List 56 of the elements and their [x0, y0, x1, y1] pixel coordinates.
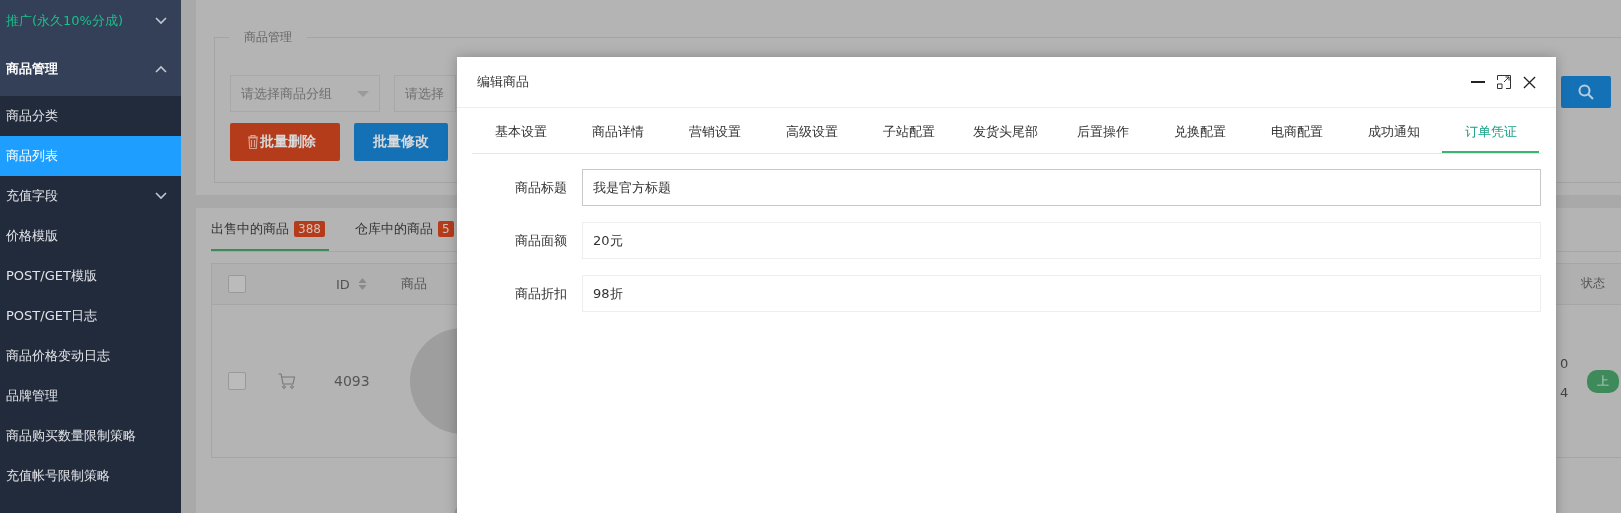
- menu-item[interactable]: 充值帐号限制策略: [0, 456, 181, 496]
- input-field[interactable]: 20元: [582, 222, 1541, 259]
- chevron-icon: [155, 65, 167, 73]
- tab[interactable]: 商品详情: [569, 112, 666, 153]
- caret-icon: [357, 90, 369, 97]
- maximize-icon[interactable]: [1497, 75, 1511, 89]
- menu-item[interactable]: 品牌管理: [0, 376, 181, 416]
- count-badge: 5: [437, 220, 454, 237]
- tab[interactable]: 基本设置: [472, 112, 569, 153]
- tab[interactable]: 后置操作: [1054, 112, 1151, 153]
- status-badge: 上: [1587, 370, 1619, 393]
- count-badge: 388: [294, 220, 325, 237]
- column-header: 商品: [400, 275, 427, 293]
- tab[interactable]: 兑换配置: [1151, 112, 1248, 153]
- chevron-icon: [155, 192, 167, 200]
- close-icon[interactable]: [1523, 75, 1536, 89]
- menu-item[interactable]: 商品价格变动日志: [0, 336, 181, 376]
- search-button[interactable]: [1561, 76, 1611, 108]
- tab[interactable]: 发货头尾部: [957, 112, 1054, 153]
- input-field[interactable]: 我是官方标题: [582, 169, 1541, 206]
- menu-group[interactable]: 推广(永久10%分成): [0, 0, 181, 42]
- trash-icon: [248, 135, 258, 149]
- field-label: 商品折扣: [514, 284, 568, 303]
- menu-group[interactable]: 商品管理: [0, 42, 181, 96]
- checkbox[interactable]: [228, 372, 246, 390]
- tab[interactable]: 仓库中的商品 5: [354, 208, 458, 251]
- tab[interactable]: 电商配置: [1248, 112, 1345, 153]
- input-field[interactable]: 98折: [582, 275, 1541, 312]
- column-header: 状态: [1581, 275, 1605, 292]
- edit-button[interactable]: 批量修改: [354, 123, 448, 161]
- minimize-icon[interactable]: [1471, 81, 1485, 83]
- chevron-icon: [155, 17, 167, 25]
- menu-item[interactable]: 价格模版: [0, 216, 181, 256]
- tab[interactable]: 高级设置: [763, 112, 860, 153]
- menu-item[interactable]: POST/GET模版: [0, 256, 181, 296]
- panel-title: 商品管理: [229, 29, 307, 46]
- checkbox[interactable]: [228, 275, 246, 293]
- dialog-title: 编辑商品: [477, 73, 529, 91]
- tab[interactable]: 成功通知: [1345, 112, 1442, 153]
- tab[interactable]: 出售中的商品 388: [211, 208, 329, 251]
- menu-item[interactable]: 商品购买数量限制策略: [0, 416, 181, 456]
- tab[interactable]: 子站配置: [860, 112, 957, 153]
- table-cell: 0: [1560, 356, 1569, 371]
- cart-icon[interactable]: [278, 373, 296, 389]
- table-cell: 4093: [334, 373, 370, 389]
- field-label: 商品标题: [514, 178, 568, 197]
- delete-button[interactable]: 批量删除: [230, 123, 340, 161]
- tab[interactable]: 营销设置: [666, 112, 763, 153]
- menu-item[interactable]: 商品分类: [0, 96, 181, 136]
- sort-icon[interactable]: [357, 278, 367, 290]
- table-cell: 4: [1560, 385, 1569, 400]
- menu-item[interactable]: 充值字段: [0, 176, 181, 216]
- column-header[interactable]: ID: [336, 276, 350, 292]
- search-icon: [1578, 84, 1594, 100]
- menu-item[interactable]: POST/GET日志: [0, 296, 181, 336]
- field-label: 商品面额: [514, 231, 568, 250]
